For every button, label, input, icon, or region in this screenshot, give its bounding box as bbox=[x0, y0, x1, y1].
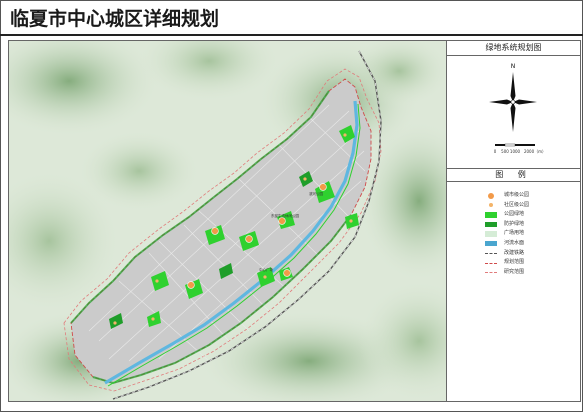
legend-swatch-icon bbox=[485, 212, 497, 218]
svg-text:0: 0 bbox=[494, 149, 497, 154]
legend-boundary-icon bbox=[485, 262, 497, 264]
legend-dot-icon bbox=[488, 192, 494, 199]
legend-item: 城市级公园 bbox=[485, 191, 575, 201]
legend: 城市级公园社区级公园公园绿地防护绿地广场用地河流水面改建铁路规划范围研究范围 bbox=[485, 191, 575, 277]
legend-label: 防护绿地 bbox=[504, 220, 525, 227]
legend-swatch-icon bbox=[485, 221, 497, 228]
legend-item: 广场用地 bbox=[485, 229, 575, 239]
legend-dot-icon bbox=[489, 203, 493, 208]
legend-label: 研究范围 bbox=[504, 268, 525, 275]
legend-title: 图 例 bbox=[447, 169, 580, 182]
legend-label: 河流水面 bbox=[504, 239, 525, 246]
svg-text:1000: 1000 bbox=[510, 149, 521, 154]
legend-label: 改建铁路 bbox=[504, 249, 525, 256]
legend-item: 防护绿地 bbox=[485, 220, 575, 230]
side-panel: 绿地系统规划图 N 0 500 1000 2000（m） 图 例 城市级公园 社… bbox=[446, 40, 581, 402]
scale-bar: 0 500 1000 2000（m） bbox=[494, 143, 546, 154]
legend-item: 改建铁路 bbox=[485, 249, 575, 259]
legend-item: 河流水面 bbox=[485, 239, 575, 249]
legend-item: 规划范围 bbox=[485, 258, 575, 268]
legend-label: 城市级公园 bbox=[504, 192, 530, 198]
map-label: 东部生态休闲公园 bbox=[271, 213, 299, 218]
page-title: 临夏市中心城区详细规划 bbox=[10, 8, 220, 30]
legend-label: 公园绿地 bbox=[504, 211, 525, 218]
legend-boundary-icon bbox=[485, 272, 497, 274]
north-label: N bbox=[511, 63, 516, 70]
map-title: 绿地系统规划图 bbox=[447, 41, 580, 56]
svg-text:2000（m）: 2000（m） bbox=[524, 149, 546, 154]
map-label: 滨河公园 bbox=[309, 191, 323, 196]
compass-rose-icon: N 0 500 1000 2000（m） bbox=[489, 63, 546, 154]
legend-rail-icon bbox=[485, 253, 497, 255]
legend-label: 广场用地 bbox=[504, 230, 525, 237]
legend-label: 社区级公园 bbox=[504, 201, 530, 208]
legend-item: 社区级公园 bbox=[485, 201, 575, 211]
map-svg: 东部生态休闲公园 滨河公园 中心广场 bbox=[9, 41, 446, 401]
compass-area: N 0 500 1000 2000（m） bbox=[447, 56, 580, 169]
map-label: 中心广场 bbox=[259, 267, 273, 272]
map-canvas[interactable]: 东部生态休闲公园 滨河公园 中心广场 bbox=[8, 40, 447, 402]
title-divider bbox=[0, 34, 583, 36]
legend-swatch-icon bbox=[485, 231, 497, 237]
legend-item: 公园绿地 bbox=[485, 210, 575, 220]
legend-swatch-icon bbox=[485, 240, 497, 247]
legend-label: 规划范围 bbox=[504, 259, 525, 266]
legend-item: 研究范围 bbox=[485, 268, 575, 278]
svg-text:500: 500 bbox=[501, 149, 509, 154]
